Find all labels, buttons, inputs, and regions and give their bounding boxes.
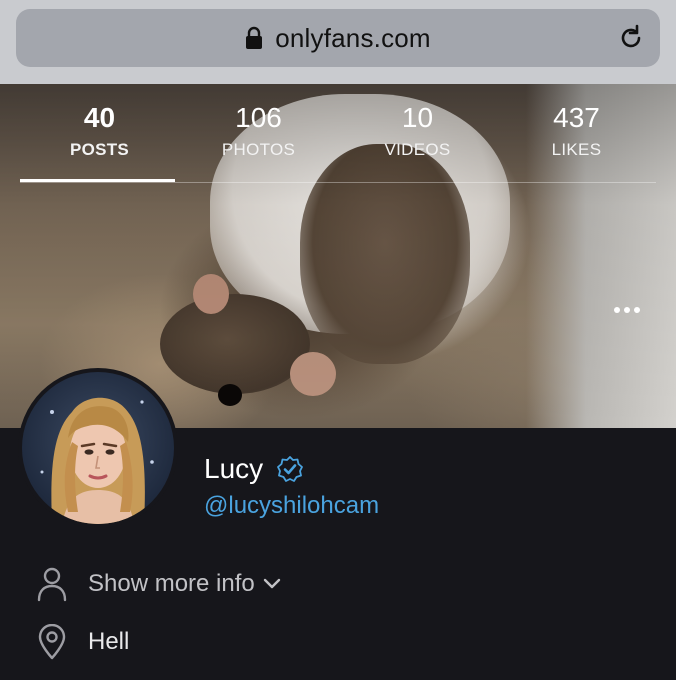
address-bar-content: onlyfans.com: [16, 9, 660, 67]
profile-name: Lucy: [204, 453, 264, 484]
tab-posts[interactable]: 40 POSTS: [20, 102, 179, 182]
user-icon: [37, 567, 67, 602]
likes-label: LIKES: [551, 140, 602, 159]
profile-handle[interactable]: @lucyshilohcam: [204, 492, 379, 520]
videos-label: VIDEOS: [384, 140, 451, 159]
lock-icon: [246, 26, 263, 49]
photos-count: 106: [235, 102, 282, 133]
url-text: onlyfans.com: [275, 22, 431, 53]
show-more-info-label: Show more info: [88, 570, 255, 597]
avatar-image: [22, 372, 174, 524]
location-row: Hell: [36, 622, 129, 662]
reload-icon[interactable]: [616, 23, 646, 53]
show-more-info-button[interactable]: Show more info: [36, 564, 281, 604]
active-tab-indicator: [20, 179, 175, 182]
address-bar[interactable]: onlyfans.com: [16, 9, 660, 67]
browser-toolbar: onlyfans.com: [0, 0, 676, 84]
likes-count: 437: [553, 102, 600, 133]
more-options-icon[interactable]: [614, 304, 646, 316]
tab-likes[interactable]: 437 LIKES: [497, 102, 656, 182]
posts-count: 40: [83, 102, 116, 133]
tab-photos[interactable]: 106 PHOTOS: [179, 102, 338, 182]
videos-count: 10: [401, 102, 434, 133]
profile-stats-tabs: 40 POSTS 106 PHOTOS 10 VIDEOS 437 LIKES: [20, 102, 656, 182]
profile-name-row: Lucy: [204, 452, 304, 486]
tab-videos[interactable]: 10 VIDEOS: [338, 102, 497, 182]
avatar[interactable]: [18, 368, 178, 528]
location-pin-icon: [38, 624, 66, 660]
verified-badge-icon: [277, 456, 304, 482]
posts-label: POSTS: [69, 140, 130, 159]
chevron-down-icon: [263, 578, 280, 589]
tabs-divider: [20, 182, 656, 183]
photos-label: PHOTOS: [221, 140, 296, 159]
location-text: Hell: [88, 628, 130, 655]
